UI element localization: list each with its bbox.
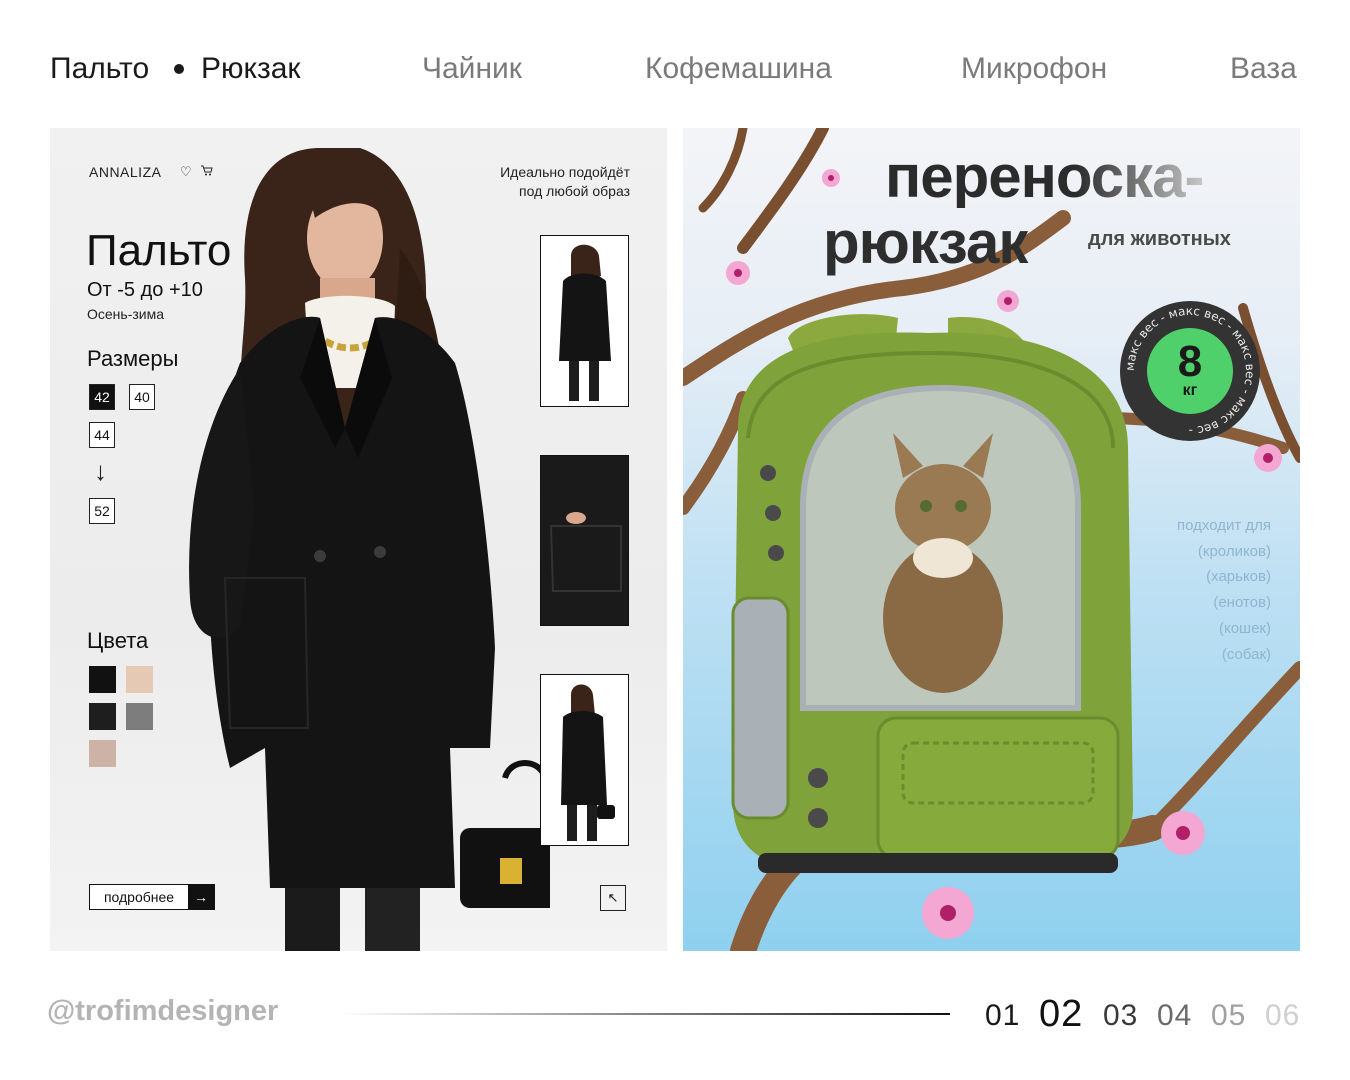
color-swatch-rose[interactable] bbox=[89, 740, 116, 767]
brand-logo: ANNALIZA bbox=[89, 164, 162, 180]
product-title: Пальто bbox=[86, 226, 232, 275]
separator-dot bbox=[174, 64, 184, 74]
cart-icon[interactable] bbox=[201, 164, 213, 179]
suits-item: (кроликов) bbox=[1197, 542, 1271, 560]
more-details-button[interactable]: подробнее → bbox=[89, 884, 215, 910]
headline-line2: рюкзак bbox=[823, 209, 1028, 276]
tab-kettle[interactable]: Чайник bbox=[422, 46, 522, 92]
header-icons: ♡ bbox=[180, 164, 213, 180]
page-03[interactable]: 03 bbox=[1103, 999, 1138, 1033]
page-05[interactable]: 05 bbox=[1211, 999, 1246, 1033]
designer-handle[interactable]: @trofimdesigner bbox=[47, 995, 278, 1028]
tab-backpack[interactable]: Рюкзак bbox=[201, 46, 301, 92]
badge-center: 8 кг bbox=[1147, 328, 1233, 414]
page-06[interactable]: 06 bbox=[1265, 999, 1300, 1033]
thumbnail-pocket-detail[interactable] bbox=[540, 455, 629, 626]
tagline-line2: под любой образ bbox=[519, 183, 630, 199]
suits-item: (собак) bbox=[1221, 645, 1271, 663]
tab-microphone[interactable]: Микрофон bbox=[961, 46, 1107, 92]
progress-line bbox=[340, 1013, 950, 1015]
color-swatch-charcoal[interactable] bbox=[89, 703, 116, 730]
tab-coffee-machine[interactable]: Кофемашина bbox=[645, 46, 832, 92]
color-swatch-beige[interactable] bbox=[126, 666, 153, 693]
suitable-for-list: подходит для (кроликов) (харьков) (еното… bbox=[1177, 513, 1271, 667]
coat-product-card: ANNALIZA ♡ Идеально подойдёт под любой о… bbox=[50, 128, 667, 951]
badge-unit: кг bbox=[1182, 382, 1198, 399]
badge-number: 8 bbox=[1177, 337, 1203, 386]
max-weight-badge: макс вес - макс вес - макс вес - макс ве… bbox=[1120, 301, 1260, 441]
sizes-heading: Размеры bbox=[87, 346, 179, 371]
color-swatch-grey[interactable] bbox=[126, 703, 153, 730]
expand-button[interactable]: ↖ bbox=[600, 885, 626, 911]
season-label: Осень-зима bbox=[87, 306, 165, 322]
backpack-product-card: переноска- рюкзак для животных макс вес … bbox=[683, 128, 1300, 951]
size-44[interactable]: 44 bbox=[89, 422, 115, 448]
tab-vase[interactable]: Ваза bbox=[1230, 46, 1297, 92]
temperature-range: От -5 до +10 bbox=[87, 279, 203, 301]
top-nav: Пальто Рюкзак Чайник Кофемашина Микрофон… bbox=[50, 46, 1300, 96]
tab-coat[interactable]: Пальто bbox=[50, 46, 149, 92]
suits-item: (кошек) bbox=[1218, 619, 1271, 637]
tagline-line1: Идеально подойдёт bbox=[500, 164, 630, 180]
subtitle: для животных bbox=[1088, 228, 1231, 250]
page-02-current[interactable]: 02 bbox=[1039, 993, 1083, 1036]
arrow-right-icon: → bbox=[188, 885, 214, 909]
headline-line1: переноска- bbox=[885, 143, 1204, 210]
suits-heading: подходит для bbox=[1176, 517, 1271, 534]
size-52[interactable]: 52 bbox=[89, 498, 115, 524]
arrow-down-icon: ↓ bbox=[94, 456, 107, 486]
thumbnail-side-view[interactable] bbox=[540, 674, 629, 846]
heart-icon[interactable]: ♡ bbox=[180, 164, 192, 179]
more-details-label: подробнее bbox=[103, 889, 175, 905]
tagline: Идеально подойдёт под любой образ bbox=[500, 163, 630, 201]
colors-heading: Цвета bbox=[87, 628, 149, 653]
suits-item: (енотов) bbox=[1213, 594, 1271, 612]
thumbnail-back-view[interactable] bbox=[540, 235, 629, 407]
page-04[interactable]: 04 bbox=[1157, 999, 1192, 1033]
color-swatch-black[interactable] bbox=[89, 666, 116, 693]
pet-backpack-image bbox=[731, 314, 1133, 873]
suits-item: (харьков) bbox=[1206, 568, 1271, 586]
size-40[interactable]: 40 bbox=[129, 384, 155, 410]
size-42[interactable]: 42 bbox=[89, 384, 115, 410]
page-01[interactable]: 01 bbox=[985, 999, 1020, 1033]
